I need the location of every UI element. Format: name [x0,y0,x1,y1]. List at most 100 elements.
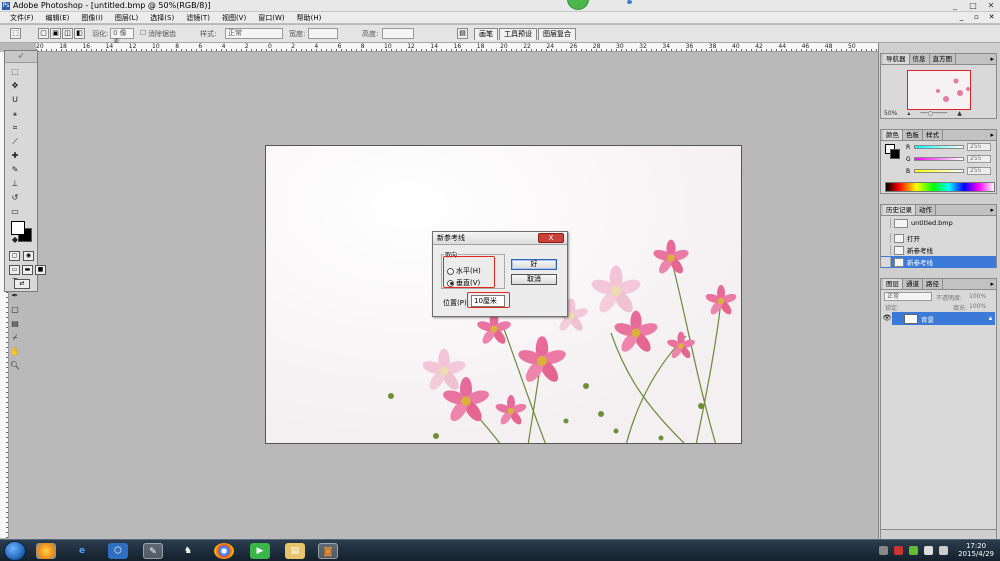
tab-actions[interactable]: 动作 [916,205,936,215]
color-spectrum-bar[interactable] [885,182,995,192]
marquee-preset-icon[interactable]: ⬚ [10,28,21,39]
channel-b-slider[interactable] [914,169,964,173]
navigator-preview[interactable] [907,70,971,110]
tab-swatches[interactable]: 色板 [903,130,923,140]
panel-menu-icon[interactable]: ▸ [990,131,994,139]
chrome-browser-icon[interactable] [214,543,234,559]
panel-menu-icon[interactable]: ▸ [990,206,994,214]
pinwheel-app-icon[interactable] [36,543,56,559]
doc-close-button[interactable]: ✕ [987,13,996,22]
history-snapshot-row[interactable]: untitled.bmp [881,217,996,229]
ok-button[interactable]: 好 [511,259,557,270]
history-item-active[interactable]: 新参考线 [881,256,996,268]
menu-filter[interactable]: 滤镜(T) [180,13,216,23]
clone-stamp-icon[interactable]: ⊥ [8,178,22,190]
photoshop-taskbar-icon[interactable]: ◙ [318,543,338,559]
history-source-icon[interactable] [881,233,891,243]
tab-styles[interactable]: 样式 [923,130,943,140]
panel-menu-icon[interactable]: ▸ [990,55,994,63]
brush-tool-icon[interactable]: ✎ [8,164,22,176]
menu-window[interactable]: 窗口(W) [252,13,290,23]
slice-tool-icon[interactable]: ⟋ [8,136,22,148]
eyedropper-tool-icon[interactable]: ⌿ [8,332,22,344]
close-window-button[interactable]: ✕ [986,1,996,10]
tray-volume-icon[interactable] [939,546,948,555]
tab-paths[interactable]: 路径 [923,279,943,289]
tray-app-icon[interactable] [909,546,918,555]
game-app-icon[interactable]: ♞ [178,543,198,559]
standard-screen-icon[interactable]: ▭ [9,265,20,275]
tray-arrow-icon[interactable] [879,546,888,555]
doc-minimize-button[interactable]: _ [957,13,966,22]
dialog-close-button[interactable]: X [538,233,564,243]
intersect-selection-icon[interactable]: ◧ [74,28,85,39]
shape-tool-icon[interactable]: ▢ [8,304,22,316]
history-item[interactable]: 打开 [881,232,996,244]
palette-tab-tool-presets[interactable]: 工具预设 [499,28,537,40]
pen-tool-icon[interactable]: ✒ [8,290,22,302]
minimize-window-button[interactable]: _ [950,1,960,10]
palette-tab-layer-comps[interactable]: 图层复合 [538,28,576,40]
tab-history[interactable]: 历史记录 [883,205,916,215]
notepad-app-icon[interactable]: ✎ [143,543,163,559]
menu-select[interactable]: 选择(S) [144,13,180,23]
menu-help[interactable]: 帮助(H) [291,13,328,23]
start-button[interactable] [4,541,26,561]
layer-row[interactable]: 👁︎ 背景 🔒︎ [882,312,995,325]
tray-clock[interactable]: 17:20 2015/4/29 [958,542,994,558]
add-selection-icon[interactable]: ▣ [50,28,61,39]
width-input[interactable] [308,28,338,39]
magic-wand-icon[interactable]: ⚹ [8,108,22,120]
eraser-tool-icon[interactable]: ▭ [8,206,22,218]
menu-edit[interactable]: 编辑(E) [40,13,76,23]
snapshot-source-icon[interactable] [881,218,891,228]
channel-r-slider[interactable] [914,145,964,149]
zoom-slider[interactable]: ──○──── [920,110,947,118]
hand-tool-icon[interactable]: ✋ [8,346,22,358]
foreground-color-swatch[interactable] [11,221,25,235]
tray-security-icon[interactable] [894,546,903,555]
jump-to-imageready-icon[interactable]: ⇄ [14,279,30,289]
history-brush-icon[interactable]: ↺ [8,192,22,204]
file-explorer-icon[interactable]: ▤ [285,543,305,559]
healing-brush-icon[interactable]: ✚ [8,150,22,162]
tab-histogram[interactable]: 直方图 [929,54,956,64]
layer-visibility-eye-icon[interactable]: 👁︎ [882,312,892,325]
standard-mode-icon[interactable]: ▢ [9,251,20,261]
notes-tool-icon[interactable]: ▤ [8,318,22,330]
channel-g-value[interactable]: 255 [967,155,991,163]
blend-mode-select[interactable]: 正常 [884,292,932,301]
marquee-tool-icon[interactable]: ⬚ [8,66,22,78]
full-screen-icon[interactable]: ■ [35,265,46,275]
ruler-top[interactable]: 20 18 16 14 12 10 8 6 4 2 0 2 4 6 8 10 12 14 16 18 20 22 24 26 2… [36,43,878,52]
tab-navigator[interactable]: 导航器 [883,54,910,64]
menu-image[interactable]: 图像(I) [75,13,109,23]
iqiyi-app-icon[interactable]: ▶ [250,543,270,559]
fill-value[interactable]: 100% [969,303,986,310]
zoom-out-icon[interactable]: ▴ [907,110,910,118]
quick-mask-icon[interactable]: ◉ [23,251,34,261]
doc-restore-button[interactable]: ▫ [972,13,981,22]
network-app-icon[interactable]: ⬡ [108,543,128,559]
panel-menu-icon[interactable]: ▸ [990,280,994,288]
navigator-zoom-value[interactable]: 50% [884,110,897,118]
tab-color[interactable]: 颜色 [883,130,903,140]
menu-view[interactable]: 视图(V) [216,13,252,23]
file-browser-icon[interactable]: ▤ [457,28,468,39]
floating-green-badge-icon[interactable] [567,0,589,10]
tab-channels[interactable]: 通道 [903,279,923,289]
antialias-checkbox[interactable]: ☐ [140,29,146,37]
cancel-button[interactable]: 取消 [511,274,557,285]
tray-network-icon[interactable] [924,546,933,555]
move-tool-icon[interactable]: ✥ [8,80,22,92]
history-item[interactable]: 新参考线 [881,244,996,256]
channel-r-value[interactable]: 255 [967,143,991,151]
style-select[interactable]: 正常 [225,28,283,39]
tab-layers[interactable]: 图层 [883,279,903,289]
channel-b-value[interactable]: 255 [967,167,991,175]
full-screen-menu-icon[interactable]: ▬ [22,265,33,275]
feather-input[interactable]: 0 像素 [110,28,134,46]
height-input[interactable] [382,28,414,39]
maximize-window-button[interactable]: □ [968,1,978,10]
menu-file[interactable]: 文件(F) [4,13,40,23]
